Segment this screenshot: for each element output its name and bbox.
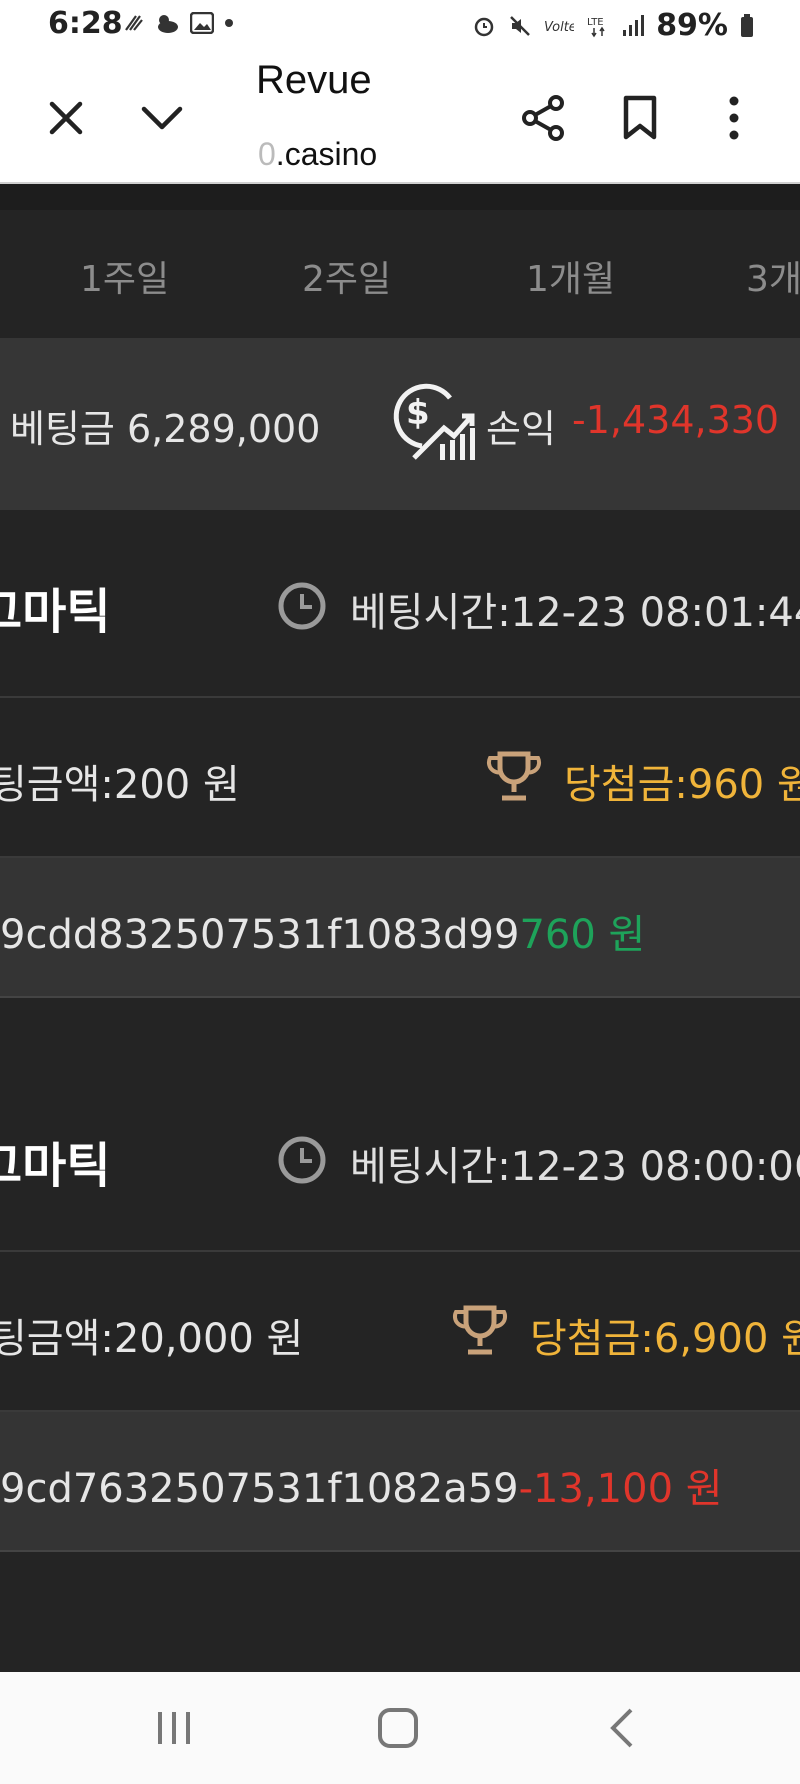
svg-text:$: $ — [406, 393, 430, 433]
clock-icon — [278, 582, 326, 630]
net-result: 760 원 — [519, 912, 646, 958]
weather-icon — [158, 15, 178, 33]
round-id: 9cdd832507531f1083d99 — [0, 912, 520, 958]
close-icon — [49, 101, 83, 135]
game-name: 그마틱 — [0, 1138, 111, 1194]
bet-card-amounts: 팅금액:200 원 당첨금:960 원 — [0, 698, 800, 858]
home-button[interactable] — [366, 1700, 430, 1756]
gallery-icon — [190, 12, 214, 34]
browser-toolbar: Revue 0.casino — [0, 52, 800, 184]
battery-percent: 89% — [656, 8, 728, 43]
back-icon — [610, 1708, 633, 1748]
notification-icons — [122, 12, 234, 34]
bet-card-result: 9cd7632507531f1082a59-13,100 원 — [0, 1412, 800, 1552]
total-bet: 베팅금 6,289,000 — [10, 398, 320, 453]
status-bar: 6:28 Volte LTE 89% — [0, 0, 800, 52]
tab-1-week[interactable]: 1주일 — [80, 250, 169, 302]
bet-card-header: 그마틱 베팅시간:12-23 08:01:44 — [0, 510, 800, 698]
close-button[interactable] — [36, 88, 96, 148]
bet-time: 베팅시간:12-23 08:01:44 — [350, 590, 800, 636]
mute-icon — [510, 15, 531, 36]
lte-icon: LTE — [587, 17, 605, 37]
home-icon — [378, 1708, 418, 1748]
bet-amount: 팅금액:20,000 원 — [0, 1316, 304, 1362]
more-vert-icon — [729, 96, 739, 140]
signal-icon — [623, 14, 645, 36]
game-name: 그마틱 — [0, 584, 111, 640]
back-button[interactable] — [590, 1700, 654, 1756]
status-time: 6:28 — [48, 6, 123, 41]
tab-3-months[interactable]: 3개 — [746, 250, 800, 302]
data-saver-icon — [125, 15, 143, 31]
bet-card-header: 그마틱 베팅시간:12-23 08:00:06 — [0, 1064, 800, 1252]
total-bet-label: 베팅금 — [10, 407, 115, 451]
system-nav-bar — [0, 1672, 800, 1784]
recents-icon — [158, 1712, 190, 1744]
collapse-button[interactable] — [132, 88, 192, 148]
share-icon — [522, 95, 564, 141]
winnings: 당첨금:6,900 원 — [530, 1316, 800, 1362]
bet-amount: 팅금액:200 원 — [0, 762, 240, 808]
trophy-icon — [486, 751, 542, 801]
url-faded-part: 0 — [258, 136, 276, 172]
bet-result: 9cdd832507531f1083d99760 원 — [0, 902, 645, 960]
svg-text:Volte: Volte — [544, 20, 574, 35]
profit-value: -1,434,330 — [572, 398, 780, 442]
tab-2-weeks[interactable]: 2주일 — [302, 250, 391, 302]
profit-chart-icon: $ — [393, 383, 475, 460]
net-result: -13,100 원 — [518, 1466, 723, 1512]
page-title: Revue — [256, 58, 372, 102]
profit-label: 손익 — [486, 407, 556, 451]
status-right: Volte LTE 89% — [472, 8, 754, 43]
bet-result: 9cd7632507531f1082a59-13,100 원 — [0, 1456, 723, 1514]
tab-1-month[interactable]: 1개월 — [526, 250, 615, 302]
more-options-button[interactable] — [704, 88, 764, 148]
bet-card-amounts: 팅금액:20,000 원 당첨금:6,900 원 — [0, 1252, 800, 1412]
alarm-icon — [474, 17, 494, 36]
trophy-icon — [452, 1305, 508, 1355]
clock-icon — [278, 1136, 326, 1184]
recents-button[interactable] — [142, 1700, 206, 1756]
period-tabs: 1주일 2주일 1개월 3개 — [0, 210, 800, 336]
bookmark-icon — [623, 95, 657, 140]
total-bet-value: 6,289,000 — [126, 407, 321, 451]
share-button[interactable] — [514, 88, 574, 148]
bet-card-result: 9cdd832507531f1083d99760 원 — [0, 858, 800, 998]
bet-time: 베팅시간:12-23 08:00:06 — [350, 1144, 800, 1190]
bookmark-button[interactable] — [610, 88, 670, 148]
svg-text:LTE: LTE — [587, 17, 604, 28]
chevron-down-icon — [141, 106, 183, 130]
betting-summary: 베팅금 6,289,000 $ 손익 -1,434,330 — [0, 338, 800, 510]
url-domain: .casino — [275, 136, 378, 172]
winnings: 당첨금:960 원 — [564, 762, 800, 808]
page-url: 0.casino — [258, 136, 377, 173]
battery-icon — [741, 13, 753, 37]
top-strip — [0, 184, 800, 210]
volte-icon: Volte — [544, 20, 574, 35]
dot-icon — [225, 19, 233, 27]
round-id: 9cd7632507531f1082a59 — [0, 1466, 519, 1512]
